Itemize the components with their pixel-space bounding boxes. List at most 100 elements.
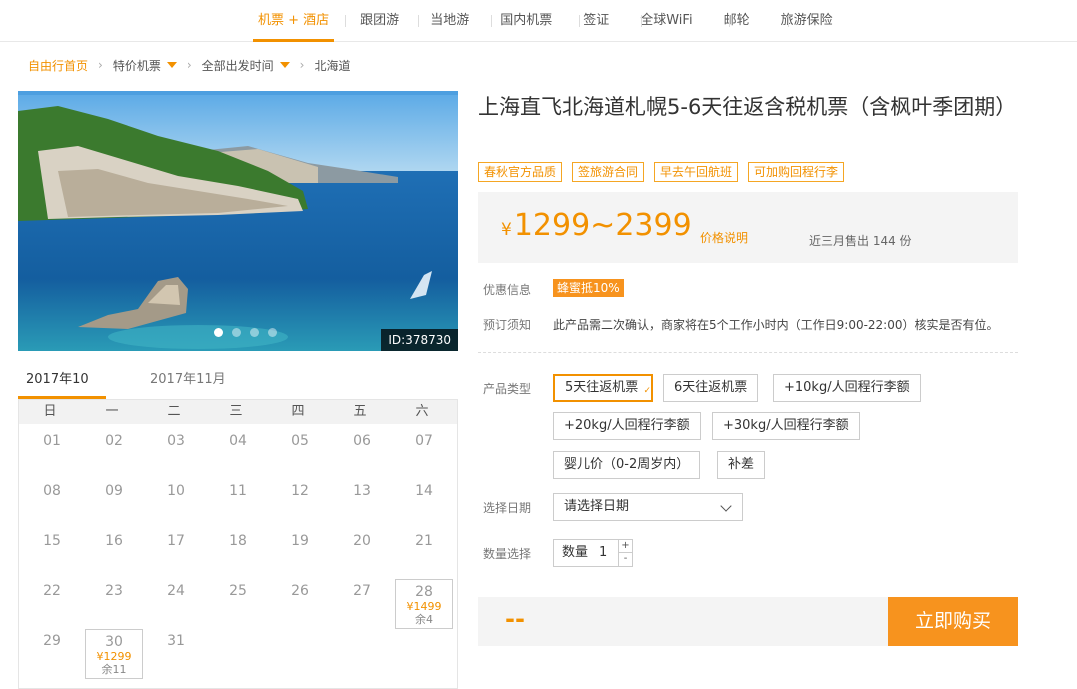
price: ¥1299~2399	[501, 208, 692, 243]
buy-now-button[interactable]: 立即购买	[888, 597, 1018, 646]
nav-divider	[641, 15, 642, 27]
product-photo[interactable]: ID:378730	[18, 91, 458, 351]
calendar-day: 17	[167, 533, 185, 549]
breadcrumb-current: 北海道	[314, 58, 351, 73]
option-infant-price[interactable]: 婴儿价（0-2周岁内）	[553, 451, 701, 479]
chevron-right-icon: ›	[98, 58, 103, 72]
option-30kg-luggage[interactable]: +30kg/人回程行李额	[712, 412, 860, 440]
calendar-day-price: ¥1299	[96, 650, 132, 663]
chevron-right-icon: ›	[186, 58, 192, 72]
calendar-day-remaining: 余11	[101, 663, 127, 676]
nav-divider	[579, 15, 580, 27]
breadcrumb-special-flights[interactable]: 特价机票	[113, 57, 161, 74]
calendar-day: 02	[105, 433, 123, 449]
weekday-sun: 日	[43, 404, 57, 419]
section-divider	[478, 352, 1018, 353]
chevron-down-icon	[720, 500, 732, 512]
calendar-tabs: 2017年10月 2017年11月	[18, 366, 458, 415]
tag-luggage: 可加购回程行李	[748, 162, 845, 182]
notice-label: 预订须知	[483, 318, 532, 332]
calendar-day: 26	[291, 583, 309, 599]
calendar-day: 19	[291, 533, 309, 549]
quantity-value[interactable]: 1	[599, 540, 607, 566]
tag-flight-times: 早去午回航班	[654, 162, 739, 182]
tab-october[interactable]: 2017年10月	[18, 366, 106, 415]
minus-icon[interactable]: -	[618, 553, 632, 566]
nav-cruise[interactable]: 邮轮	[719, 0, 755, 42]
plus-icon[interactable]: +	[618, 540, 632, 553]
option-20kg-luggage[interactable]: +20kg/人回程行李额	[553, 412, 701, 440]
quantity-stepper[interactable]: 数量 1 + -	[553, 539, 633, 567]
date-select-value: 请选择日期	[564, 499, 630, 514]
calendar-day: 21	[415, 533, 433, 549]
calendar-day: 18	[229, 533, 247, 549]
notice-text: 此产品需二次确认，商家将在5个工作小时内（工作日9:00-22:00）核实是否有…	[553, 318, 999, 332]
nav-flight-hotel[interactable]: 机票 + 酒店	[253, 0, 335, 42]
calendar-day-available[interactable]: 28 ¥1499 余4	[395, 579, 453, 629]
nav-divider	[491, 15, 492, 27]
carousel-dot[interactable]	[232, 328, 241, 337]
option-5day-roundtrip[interactable]: 5天往返机票	[553, 374, 653, 403]
chevron-right-icon: ›	[299, 58, 305, 72]
weekday-tue: 二	[167, 404, 181, 419]
weekday-thu: 四	[291, 404, 305, 419]
weekday-mon: 一	[105, 404, 119, 419]
nav-local-tour[interactable]: 当地游	[425, 0, 474, 42]
price-explain-link[interactable]: 价格说明	[700, 229, 748, 246]
tag-contract: 签旅游合同	[572, 162, 645, 182]
buy-bar: -- 立即购买	[478, 597, 1018, 646]
option-price-difference[interactable]: 补差	[717, 451, 766, 479]
quantity-label: 数量选择	[483, 547, 532, 561]
calendar-day: 11	[229, 483, 247, 499]
tab-november[interactable]: 2017年11月	[142, 366, 234, 399]
date-select[interactable]: 请选择日期	[553, 493, 743, 521]
date-label: 选择日期	[483, 501, 532, 515]
nav-divider	[418, 15, 419, 27]
nav-domestic-flights[interactable]: 国内机票	[495, 0, 557, 42]
caret-down-icon[interactable]	[166, 62, 177, 68]
breadcrumb-departure-time[interactable]: 全部出发时间	[202, 57, 274, 74]
calendar-day: 06	[353, 433, 371, 449]
carousel-dot[interactable]	[214, 328, 223, 337]
calendar-day: 29	[43, 633, 61, 649]
total-price: --	[505, 605, 525, 633]
calendar-day-number: 30	[105, 634, 123, 650]
weekday-fri: 五	[353, 404, 367, 419]
nav-divider	[345, 15, 346, 27]
product-type-label: 产品类型	[483, 382, 532, 396]
calendar-day: 09	[105, 483, 123, 499]
calendar-day: 22	[43, 583, 61, 599]
calendar-day: 01	[43, 433, 61, 449]
weekday-wed: 三	[229, 404, 243, 419]
calendar-day: 23	[105, 583, 123, 599]
product-title: 上海直飞北海道札幌5-6天往返含税机票（含枫叶季团期）	[478, 95, 1017, 119]
calendar-day: 04	[229, 433, 247, 449]
calendar-day: 07	[415, 433, 433, 449]
calendar-day: 10	[167, 483, 185, 499]
calendar-day-available[interactable]: 30 ¥1299 余11	[85, 629, 143, 679]
option-10kg-luggage[interactable]: +10kg/人回程行李额	[773, 374, 921, 402]
carousel-dot[interactable]	[250, 328, 259, 337]
calendar-day: 03	[167, 433, 185, 449]
coastline-image	[18, 91, 458, 351]
calendar-day: 12	[291, 483, 309, 499]
calendar-day: 15	[43, 533, 61, 549]
product-id: ID:378730	[381, 329, 458, 351]
calendar-day: 31	[167, 633, 185, 649]
carousel-dots	[214, 328, 277, 337]
option-6day-roundtrip[interactable]: 6天往返机票	[663, 374, 759, 402]
weekday-sat: 六	[415, 404, 429, 419]
calendar-day: 14	[415, 483, 433, 499]
calendar-day: 08	[43, 483, 61, 499]
price-box: ¥1299~2399 价格说明 近三月售出 144 份	[478, 192, 1018, 263]
nav-group-tour[interactable]: 跟团游	[355, 0, 404, 42]
calendar-day: 16	[105, 533, 123, 549]
caret-down-icon[interactable]	[279, 62, 290, 68]
calendar-day: 05	[291, 433, 309, 449]
nav-global-wifi[interactable]: 全球WiFi	[635, 0, 697, 42]
breadcrumb-home[interactable]: 自由行首页	[28, 57, 88, 74]
nav-travel-insurance[interactable]: 旅游保险	[776, 0, 838, 42]
calendar-day-price: ¥1499	[406, 600, 442, 613]
nav-visa[interactable]: 签证	[578, 0, 614, 42]
carousel-dot[interactable]	[268, 328, 277, 337]
